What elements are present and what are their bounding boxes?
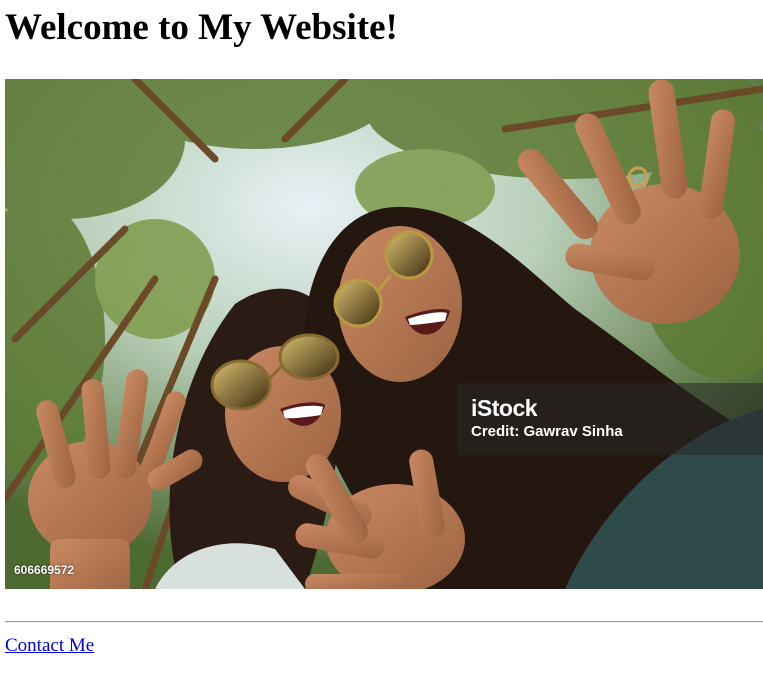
watermark-credit: Credit: Gawrav Sinha bbox=[471, 423, 623, 440]
horizontal-divider bbox=[5, 621, 763, 623]
contact-me-link[interactable]: Contact Me bbox=[5, 634, 94, 658]
watermark-brand: iStock bbox=[471, 395, 538, 421]
hero-photo: iStock Credit: Gawrav Sinha 606669572 bbox=[5, 79, 763, 589]
page-title: Welcome to My Website! bbox=[5, 7, 398, 48]
image-id-label: 606669572 bbox=[14, 563, 75, 577]
photo-illustration bbox=[5, 79, 763, 589]
stock-watermark: iStock Credit: Gawrav Sinha bbox=[457, 383, 763, 455]
